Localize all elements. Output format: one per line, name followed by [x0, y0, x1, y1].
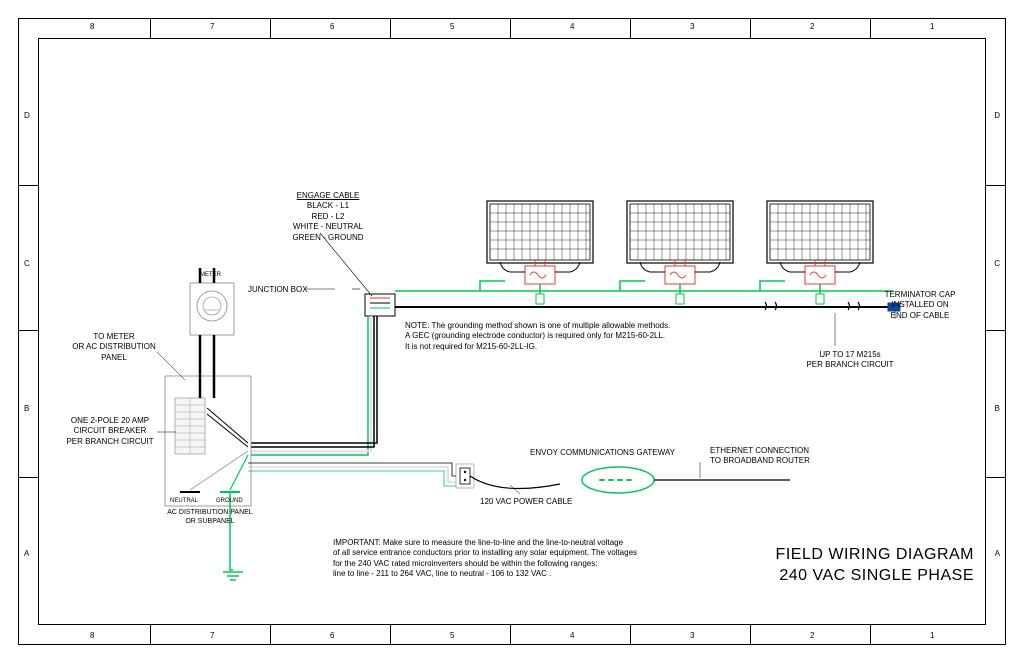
tick [986, 477, 1006, 478]
grid-col-4-bot: 4 [570, 632, 574, 640]
important-note: IMPORTANT: Make sure to measure the line… [333, 538, 703, 580]
to-meter-label: TO METER OR AC DISTRIBUTION PANEL [64, 332, 164, 363]
tick [150, 625, 151, 645]
tick [986, 330, 1006, 331]
grid-col-1-bot: 1 [930, 632, 934, 640]
grid-col-6-bot: 6 [330, 632, 334, 640]
tick [18, 477, 38, 478]
grid-col-6-top: 6 [330, 23, 334, 31]
tick [870, 625, 871, 645]
grid-row-A-right: A [995, 550, 1000, 558]
grid-row-D-left: D [24, 112, 30, 120]
tick [510, 625, 511, 645]
grid-col-1-top: 1 [930, 23, 934, 31]
tick [390, 625, 391, 645]
grid-col-3-bot: 3 [690, 632, 694, 640]
tick [510, 18, 511, 38]
branch-label: UP TO 17 M215s PER BRANCH CIRCUIT [800, 350, 900, 371]
tick [270, 18, 271, 38]
breaker-label: ONE 2-POLE 20 AMP CIRCUIT BREAKER PER BR… [60, 416, 160, 447]
neutral-label: NEUTRAL [170, 498, 198, 506]
grid-col-7-top: 7 [210, 23, 214, 31]
power-cable-label: 120 VAC POWER CABLE [480, 497, 572, 507]
grid-col-4-top: 4 [570, 23, 574, 31]
ethernet-label: ETHERNET CONNECTION TO BROADBAND ROUTER [710, 446, 810, 467]
tick [18, 185, 38, 186]
terminator-label: TERMINATOR CAP INSTALLED ON END OF CABLE [870, 290, 970, 321]
grid-row-A-left: A [24, 550, 29, 558]
tick [150, 18, 151, 38]
grid-col-2-top: 2 [810, 23, 814, 31]
grid-row-D-right: D [994, 112, 1000, 120]
tick [630, 625, 631, 645]
tick [630, 18, 631, 38]
envoy-label: ENVOY COMMUNICATIONS GATEWAY [530, 448, 675, 458]
grid-row-B-left: B [24, 405, 29, 413]
tick [750, 625, 751, 645]
grid-col-2-bot: 2 [810, 632, 814, 640]
grid-row-C-left: C [24, 260, 30, 268]
grid-col-3-top: 3 [690, 23, 694, 31]
tick [750, 18, 751, 38]
tick [18, 330, 38, 331]
grid-col-8-top: 8 [90, 23, 94, 31]
grid-row-B-right: B [995, 405, 1000, 413]
tick [270, 625, 271, 645]
grid-col-7-bot: 7 [210, 632, 214, 640]
meter-label: METER [200, 272, 221, 280]
tick [986, 185, 1006, 186]
junction-box-label: JUNCTION BOX [248, 285, 308, 295]
tick [870, 18, 871, 38]
panel-label: AC DISTRIBUTION PANEL OR SUBPANEL [160, 508, 260, 526]
engage-cable-label: ENGAGE CABLE BLACK - L1 RED - L2 WHITE -… [273, 191, 383, 243]
ground-label: GROUND [216, 498, 243, 506]
tick [390, 18, 391, 38]
grid-col-8-bot: 8 [90, 632, 94, 640]
grid-row-C-right: C [994, 260, 1000, 268]
grid-col-5-top: 5 [450, 23, 454, 31]
diagram-title: FIELD WIRING DIAGRAM 240 VAC SINGLE PHAS… [714, 545, 974, 587]
grid-col-5-bot: 5 [450, 632, 454, 640]
grounding-note: NOTE: The grounding method shown is one … [405, 321, 745, 352]
